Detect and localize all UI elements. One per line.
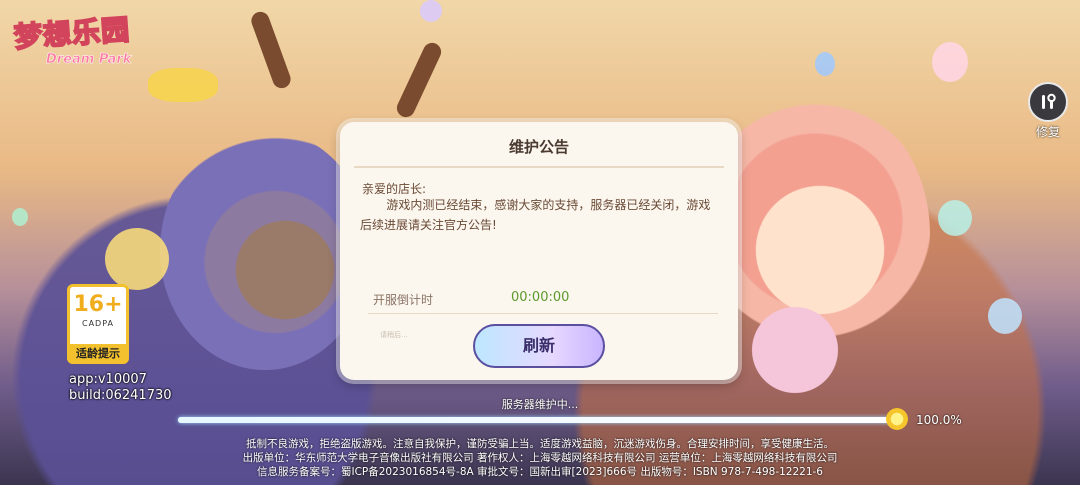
game-logo: 梦想乐园 Dream Park: [12, 8, 144, 76]
progress-fill: [178, 417, 902, 423]
bee: [148, 68, 218, 102]
repair-button[interactable]: 修复: [1028, 82, 1068, 140]
antler: [393, 39, 445, 121]
logo-title: 梦想乐园: [12, 12, 132, 55]
balloon: [420, 0, 442, 22]
age-number: 16+: [73, 292, 123, 317]
footer-line: 出版单位：华东师范大学电子音像出版社有限公司 著作权人：上海零越网络科技有限公司…: [242, 452, 838, 464]
refresh-button[interactable]: 刷新: [473, 324, 605, 368]
divider: [354, 166, 724, 168]
balloon: [932, 42, 968, 82]
age-tip: 适龄提示: [67, 344, 129, 364]
character-right-face: [745, 175, 895, 325]
countdown-value: 00:00:00: [511, 290, 570, 305]
footer-line: 抵制不良游戏，拒绝盗版游戏。注意自我保护，谨防受骗上当。适度游戏益脑，沉迷游戏伤…: [246, 438, 834, 450]
balloon: [938, 200, 972, 236]
bunny-toy: [740, 305, 850, 395]
app-version: app:v10007: [69, 372, 147, 387]
rating-org: CADPA: [81, 319, 114, 328]
wrench-icon: [1028, 82, 1068, 122]
ball: [105, 228, 169, 290]
status-text: 服务器维护中...: [501, 398, 579, 411]
faint-text: 请稍后...: [380, 331, 408, 339]
balloon: [988, 298, 1022, 334]
countdown-label: 开服倒计时: [373, 293, 434, 307]
character-left-face: [225, 215, 345, 325]
dialog-body: 游戏内测已经结束，感谢大家的支持，服务器已经关闭，游戏后续进展请关注官方公告!: [360, 198, 711, 232]
footer-notice: 抵制不良游戏，拒绝盗版游戏。注意自我保护，谨防受骗上当。适度游戏益脑，沉迷游戏伤…: [0, 437, 1080, 479]
logo-subtitle: Dream Park: [46, 52, 132, 68]
balloon: [815, 52, 835, 76]
loading-progress-bar: [178, 417, 902, 423]
repair-label: 修复: [1035, 125, 1060, 139]
star-icon: [886, 408, 908, 430]
divider: [368, 313, 718, 314]
footer-line: 信息服务备案号：蜀ICP备2023016854号-8A 审批文号：国新出审[20…: [256, 466, 823, 478]
balloon: [12, 208, 28, 226]
maintenance-dialog: 维护公告 亲爱的店长: 游戏内测已经结束，感谢大家的支持，服务器已经关闭，游戏后…: [340, 122, 738, 380]
dialog-title: 维护公告: [508, 138, 569, 156]
age-rating-badge: 16+ CADPA 适龄提示: [67, 284, 129, 364]
progress-percent: 100.0%: [916, 413, 962, 427]
antler: [248, 9, 294, 91]
